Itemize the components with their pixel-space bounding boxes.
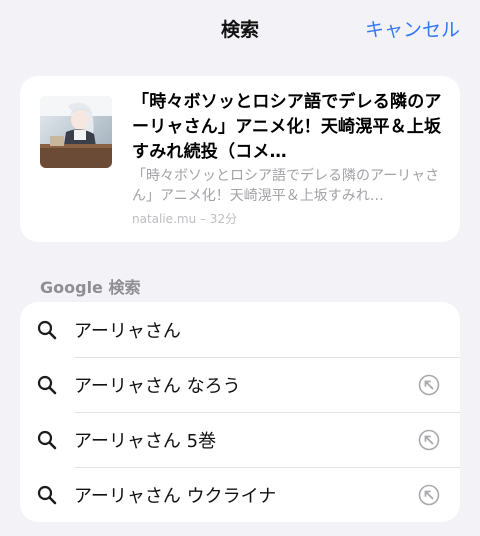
cancel-button[interactable]: キャンセル (365, 15, 460, 42)
article-thumbnail (40, 96, 112, 168)
google-search-section-label: Google 検索 (40, 278, 141, 297)
suggestion-row[interactable]: アーリャさん 5巻 (20, 412, 460, 467)
search-icon (37, 320, 57, 340)
top-hit-article-card[interactable]: 「時々ボソッとロシア語でデレる隣のアーリャさん」アニメ化！天崎滉平＆上坂すみれ続… (20, 76, 460, 242)
arrow-up-left-icon[interactable] (418, 429, 440, 451)
suggestion-row[interactable]: アーリャさん ウクライナ (20, 467, 460, 522)
google-suggestion-list: アーリャさん アーリャさん なろう アーリャさん 5巻 アーリャさん ウクライナ (20, 302, 460, 522)
arrow-up-left-icon[interactable] (418, 484, 440, 506)
article-description: 「時々ボソッとロシア語でデレる隣のアーリャさん」アニメ化！天崎滉平＆上坂すみれ… (132, 168, 440, 204)
suggestion-text: アーリャさん (74, 321, 181, 342)
navigation-header: 検索 キャンセル (0, 0, 480, 56)
search-icon (37, 430, 57, 450)
arrow-up-left-icon[interactable] (418, 374, 440, 396)
search-icon (37, 375, 57, 395)
article-source-time: natalie.mu – 32分 (132, 212, 238, 226)
suggestion-row[interactable]: アーリャさん なろう (20, 357, 460, 412)
suggestion-row[interactable]: アーリャさん (20, 302, 460, 357)
suggestion-text: アーリャさん ウクライナ (74, 486, 277, 507)
suggestion-text: アーリャさん なろう (74, 376, 241, 397)
search-icon (37, 485, 57, 505)
suggestion-text: アーリャさん 5巻 (74, 431, 217, 452)
article-title[interactable]: 「時々ボソッとロシア語でデレる隣のアーリャさん」アニメ化！天崎滉平＆上坂すみれ続… (132, 90, 442, 165)
